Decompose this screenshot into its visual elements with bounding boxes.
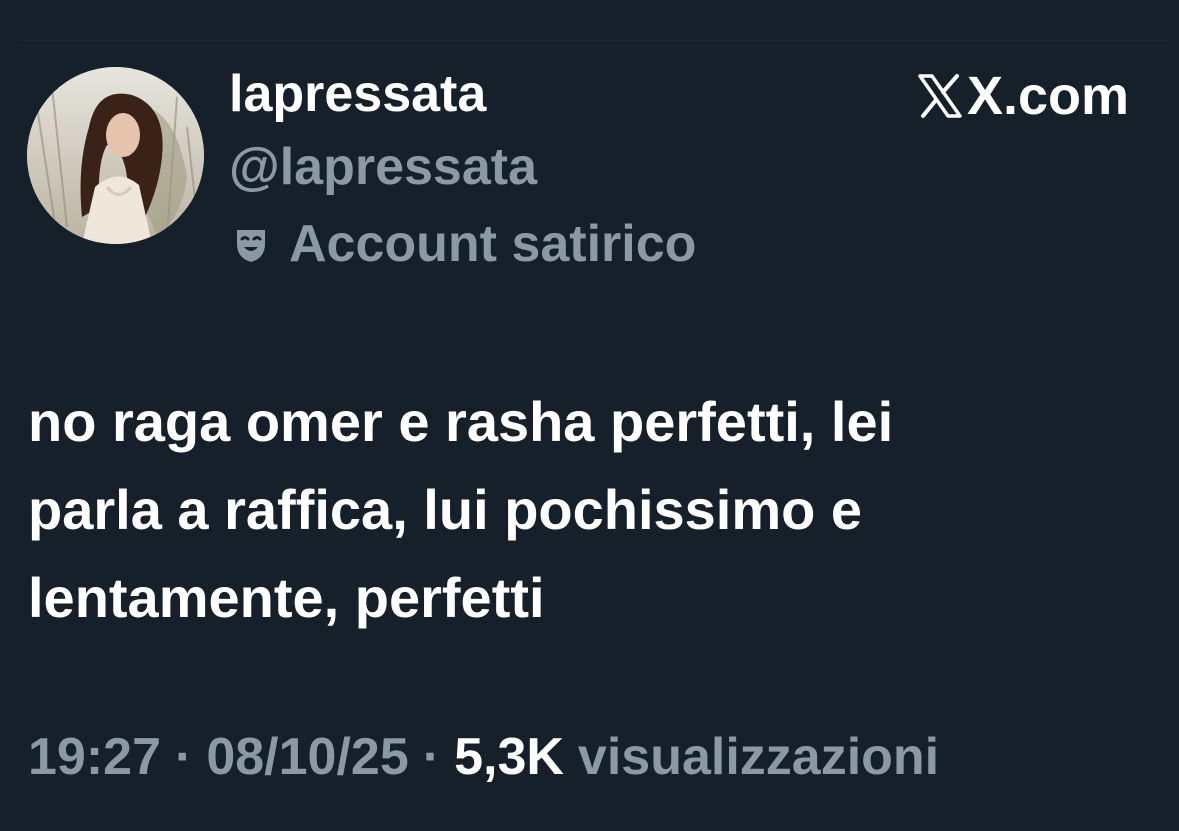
views-label: visualizzazioni xyxy=(577,728,940,786)
tweet-card: lapressata @lapressata Account satirico … xyxy=(0,0,1179,831)
tweet-text-line: lentamente, perfetti xyxy=(28,566,545,629)
meta-separator: · xyxy=(422,728,441,786)
tweet-text-line: parla a raffica, lui pochissimo e xyxy=(28,478,863,541)
user-handle[interactable]: @lapressata xyxy=(229,135,537,199)
views-count[interactable]: 5,3K xyxy=(454,722,564,792)
top-divider xyxy=(20,40,1171,41)
tweet-meta: 19:27 · 08/10/25 · 5,3K visualizzazioni xyxy=(28,722,939,792)
theater-mask-icon xyxy=(231,224,271,264)
brand-text: X.com xyxy=(966,66,1129,126)
account-label: Account satirico xyxy=(231,212,696,276)
brand: X.com xyxy=(917,64,1129,128)
tweet-text: no raga omer e rasha perfetti, lei parla… xyxy=(28,378,1128,642)
avatar[interactable] xyxy=(27,67,204,244)
tweet-date[interactable]: 08/10/25 xyxy=(206,722,408,792)
x-logo-icon xyxy=(917,73,963,119)
tweet-text-line: no raga omer e rasha perfetti, lei xyxy=(28,390,894,453)
account-label-text: Account satirico xyxy=(289,215,697,273)
tweet-time[interactable]: 19:27 xyxy=(28,722,161,792)
display-name[interactable]: lapressata xyxy=(229,62,486,126)
meta-separator: · xyxy=(175,728,193,786)
